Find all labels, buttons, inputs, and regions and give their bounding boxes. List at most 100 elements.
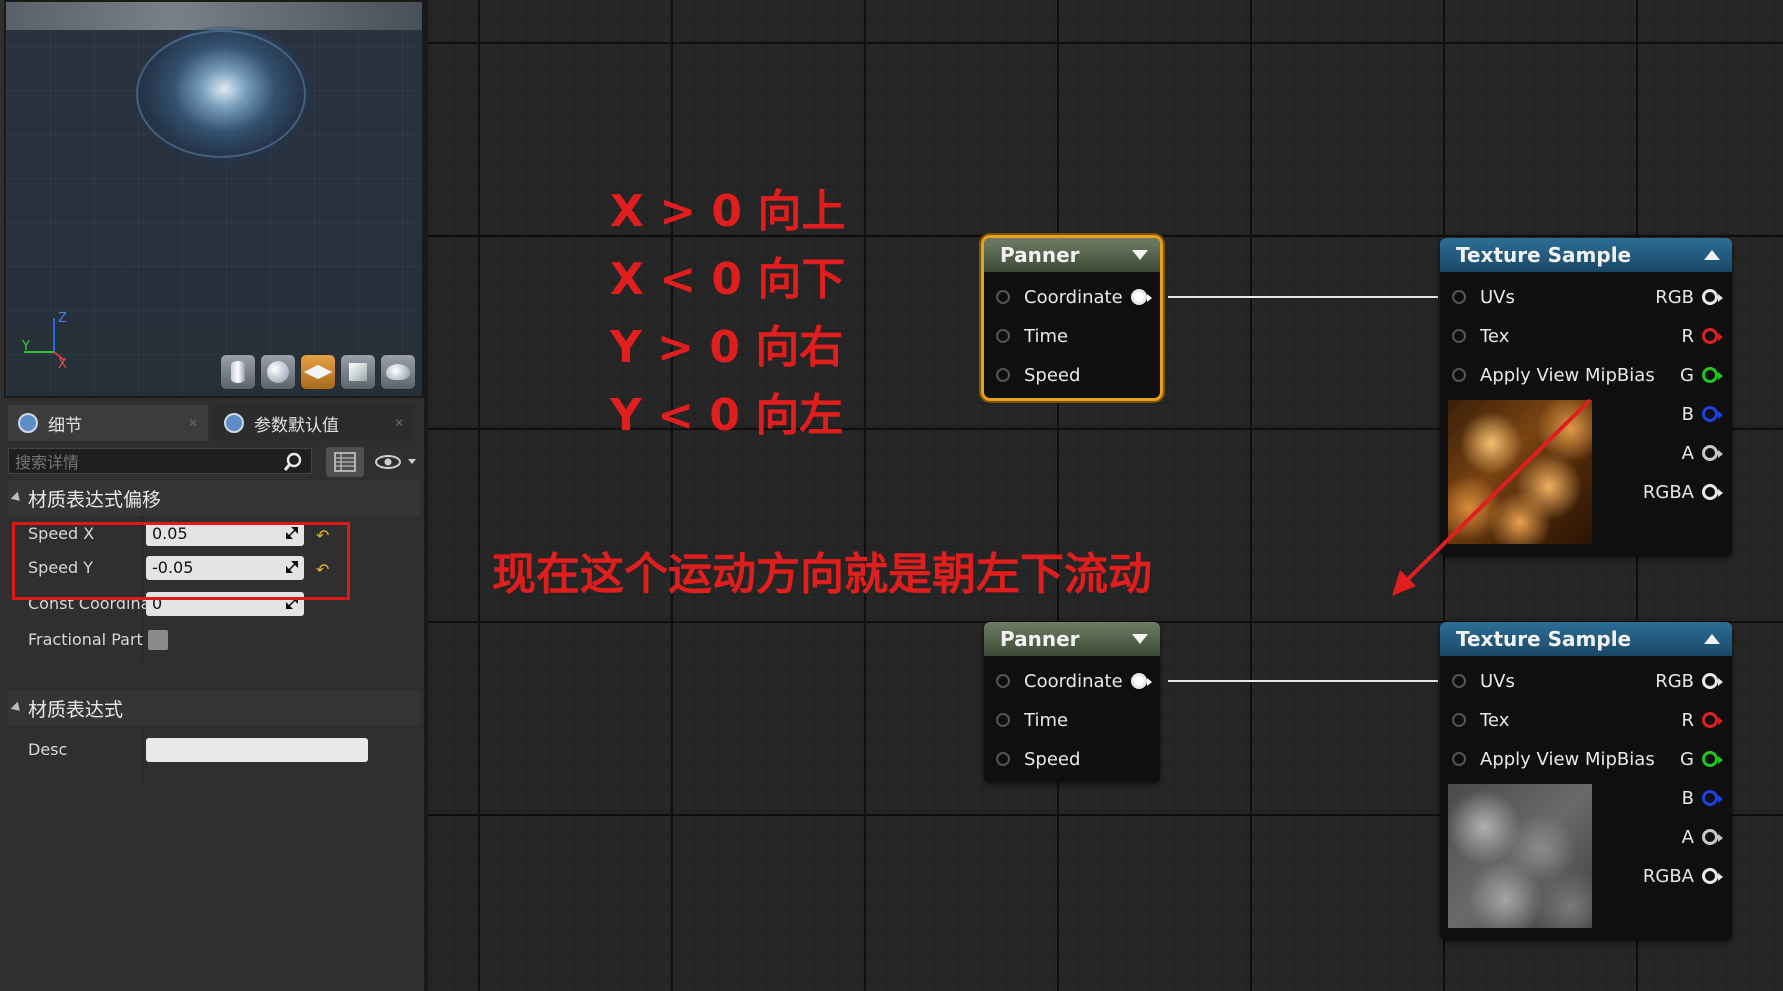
axis-y-label: Y bbox=[21, 339, 30, 354]
collapse-icon[interactable] bbox=[1704, 250, 1720, 260]
output-pin-row[interactable]: RGBA bbox=[1643, 479, 1723, 505]
desc-field[interactable] bbox=[146, 738, 368, 762]
cube-icon bbox=[349, 363, 367, 381]
output-pin-row[interactable]: RGBA bbox=[1643, 863, 1723, 889]
output-pin-row[interactable]: A bbox=[1682, 440, 1723, 466]
tab-details[interactable]: 细节 ✕ bbox=[8, 405, 208, 441]
plane-preview-button[interactable] bbox=[300, 354, 336, 390]
axis-z-label: Z bbox=[58, 311, 67, 326]
output-pin-row[interactable]: R bbox=[1681, 707, 1723, 733]
node-header[interactable]: Panner bbox=[984, 238, 1160, 272]
input-pin-row[interactable]: UVs bbox=[1452, 284, 1515, 310]
input-pin-icon[interactable] bbox=[996, 368, 1010, 382]
output-pin-icon[interactable] bbox=[1702, 406, 1723, 422]
output-pin-row[interactable]: B bbox=[1682, 785, 1723, 811]
collapse-arrow-icon[interactable] bbox=[10, 701, 24, 715]
input-pin-row[interactable]: Coordinate bbox=[996, 668, 1152, 694]
output-pin-icon[interactable] bbox=[1702, 484, 1723, 500]
close-icon[interactable]: ✕ bbox=[188, 416, 198, 430]
sphere-preview-button[interactable] bbox=[260, 354, 296, 390]
tab-param-defaults[interactable]: 参数默认值 ✕ bbox=[214, 405, 414, 441]
plane-icon bbox=[303, 364, 333, 380]
search-input[interactable] bbox=[9, 449, 277, 475]
input-pin-icon[interactable] bbox=[996, 674, 1010, 688]
input-pin-row[interactable]: Coordinate bbox=[996, 284, 1152, 310]
node-title: Texture Sample bbox=[1456, 243, 1632, 267]
output-pin-icon[interactable] bbox=[1702, 289, 1723, 305]
property-matrix-button[interactable] bbox=[326, 447, 364, 477]
output-pin-icon[interactable] bbox=[1702, 445, 1723, 461]
output-pin-icon[interactable] bbox=[1130, 289, 1152, 305]
view-options-button[interactable] bbox=[374, 451, 420, 473]
collapse-icon[interactable] bbox=[1704, 634, 1720, 644]
section-material-expression[interactable]: 材质表达式 bbox=[8, 690, 420, 726]
input-pin-row[interactable]: Speed bbox=[996, 362, 1080, 388]
details-icon bbox=[18, 413, 38, 433]
details-tabs: 细节 ✕ 参数默认值 ✕ bbox=[8, 405, 420, 441]
input-pin-icon[interactable] bbox=[1452, 329, 1466, 343]
chevron-down-icon[interactable] bbox=[1132, 250, 1148, 260]
output-pin-row[interactable]: B bbox=[1682, 401, 1723, 427]
pin-label: Coordinate bbox=[1024, 286, 1123, 308]
search-icon[interactable] bbox=[283, 452, 303, 472]
panner-node[interactable]: Panner Coordinate Time Speed bbox=[984, 238, 1160, 398]
pin-label: RGB bbox=[1655, 670, 1694, 692]
input-pin-icon[interactable] bbox=[1452, 752, 1466, 766]
output-pin-icon[interactable] bbox=[1702, 751, 1723, 767]
wire-coordinate-to-uvs bbox=[1168, 296, 1438, 298]
input-pin-icon[interactable] bbox=[1452, 674, 1466, 688]
input-pin-icon[interactable] bbox=[1452, 713, 1466, 727]
output-pin-icon[interactable] bbox=[1702, 712, 1723, 728]
cube-preview-button[interactable] bbox=[340, 354, 376, 390]
input-pin-icon[interactable] bbox=[996, 329, 1010, 343]
input-pin-icon[interactable] bbox=[1452, 290, 1466, 304]
highlight-box bbox=[12, 522, 350, 600]
section-offset-expression[interactable]: 材质表达式偏移 bbox=[8, 480, 420, 516]
close-icon[interactable]: ✕ bbox=[394, 416, 404, 430]
input-pin-row[interactable]: Apply View MipBias bbox=[1452, 362, 1655, 388]
chevron-down-icon[interactable] bbox=[1132, 634, 1148, 644]
texture-sample-node[interactable]: Texture Sample UVs Tex Apply View MipBia… bbox=[1440, 622, 1732, 940]
cylinder-preview-button[interactable] bbox=[220, 354, 256, 390]
output-pin-row[interactable]: G bbox=[1680, 746, 1723, 772]
output-pin-row[interactable]: RGB bbox=[1655, 284, 1723, 310]
input-pin-icon[interactable] bbox=[996, 752, 1010, 766]
output-pin-row[interactable]: G bbox=[1680, 362, 1723, 388]
node-header[interactable]: Texture Sample bbox=[1440, 622, 1732, 656]
panner-node[interactable]: Panner Coordinate Time Speed bbox=[984, 622, 1160, 782]
output-pin-icon[interactable] bbox=[1702, 829, 1723, 845]
input-pin-icon[interactable] bbox=[996, 713, 1010, 727]
pin-label: Time bbox=[1024, 709, 1069, 731]
input-pin-row[interactable]: Tex bbox=[1452, 323, 1509, 349]
texture-sample-node[interactable]: Texture Sample UVs Tex Apply View MipBia… bbox=[1440, 238, 1732, 556]
input-pin-row[interactable]: UVs bbox=[1452, 668, 1515, 694]
node-title: Texture Sample bbox=[1456, 627, 1632, 651]
axis-x-label: X bbox=[58, 357, 67, 368]
pin-label: G bbox=[1680, 364, 1694, 386]
pin-label: Tex bbox=[1480, 325, 1510, 347]
output-pin-icon[interactable] bbox=[1702, 367, 1723, 383]
node-header[interactable]: Panner bbox=[984, 622, 1160, 656]
output-pin-icon[interactable] bbox=[1702, 790, 1723, 806]
output-pin-icon[interactable] bbox=[1702, 868, 1723, 884]
input-pin-row[interactable]: Speed bbox=[996, 746, 1080, 772]
collapse-arrow-icon[interactable] bbox=[10, 491, 24, 505]
teapot-preview-button[interactable] bbox=[380, 354, 416, 390]
fractional-part-checkbox[interactable] bbox=[148, 630, 168, 650]
pin-label: Tex bbox=[1480, 709, 1510, 731]
output-pin-row[interactable]: RGB bbox=[1655, 668, 1723, 694]
preview-viewport[interactable]: Z Y X bbox=[4, 0, 424, 398]
input-pin-icon[interactable] bbox=[1452, 368, 1466, 382]
output-pin-icon[interactable] bbox=[1702, 328, 1723, 344]
property-desc: Desc bbox=[8, 732, 420, 766]
input-pin-icon[interactable] bbox=[996, 290, 1010, 304]
node-header[interactable]: Texture Sample bbox=[1440, 238, 1732, 272]
input-pin-row[interactable]: Time bbox=[996, 707, 1068, 733]
input-pin-row[interactable]: Time bbox=[996, 323, 1068, 349]
output-pin-icon[interactable] bbox=[1130, 673, 1152, 689]
output-pin-icon[interactable] bbox=[1702, 673, 1723, 689]
input-pin-row[interactable]: Tex bbox=[1452, 707, 1509, 733]
input-pin-row[interactable]: Apply View MipBias bbox=[1452, 746, 1655, 772]
output-pin-row[interactable]: A bbox=[1682, 824, 1723, 850]
output-pin-row[interactable]: R bbox=[1681, 323, 1723, 349]
